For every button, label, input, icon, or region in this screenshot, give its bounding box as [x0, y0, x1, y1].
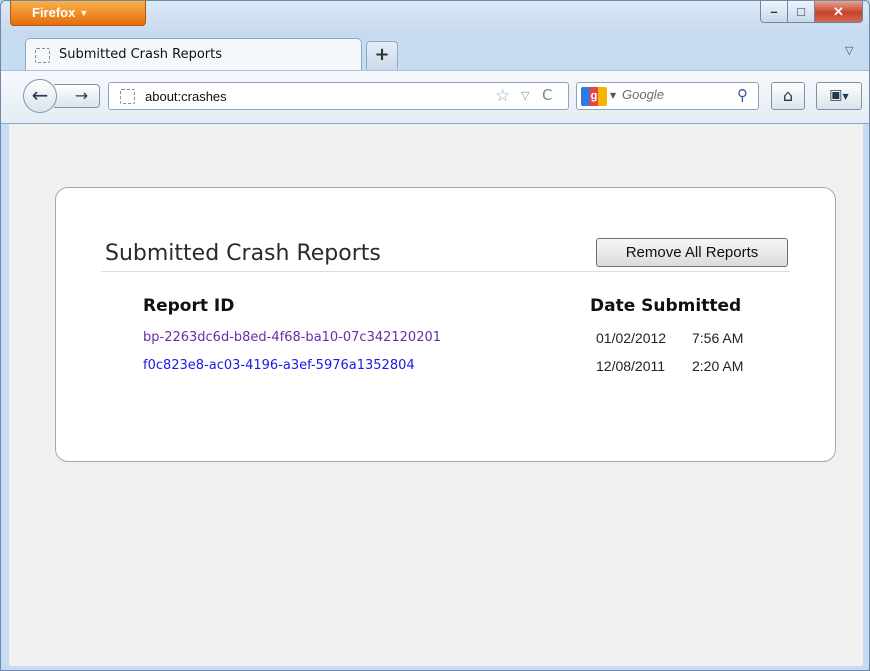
page-title: Submitted Crash Reports	[105, 241, 381, 266]
report-time: 2:20 AM	[692, 358, 744, 374]
tab-submitted-crash-reports[interactable]: Submitted Crash Reports	[25, 38, 362, 70]
navigation-toolbar: → ← ☆ ▽ C g ▼ ⚲ ⌂ ▣▼	[1, 70, 869, 124]
reload-icon[interactable]: C	[542, 86, 552, 104]
dropdown-arrow-icon: ▼	[79, 8, 89, 18]
report-id-header: Report ID	[143, 296, 235, 316]
minimize-icon: –	[770, 4, 778, 19]
engine-dropdown-icon[interactable]: ▼	[610, 91, 616, 100]
back-button[interactable]: ←	[23, 79, 57, 113]
report-id-link[interactable]: f0c823e8-ac03-4196-a3ef-5976a1352804	[143, 358, 415, 373]
new-tab-button[interactable]: +	[366, 41, 398, 69]
home-button[interactable]: ⌂	[771, 82, 805, 110]
page-favicon-icon	[35, 48, 50, 63]
firefox-menu-label: Firefox	[32, 5, 76, 20]
search-bar[interactable]: g ▼ ⚲	[576, 82, 759, 110]
report-date: 01/02/2012	[596, 330, 667, 346]
forward-button[interactable]: →	[54, 84, 100, 108]
search-magnifier-icon[interactable]: ⚲	[737, 86, 748, 104]
title-divider	[101, 271, 790, 272]
home-icon: ⌂	[782, 86, 794, 105]
report-date: 12/08/2011	[596, 358, 666, 374]
bookmark-star-icon[interactable]: ☆	[495, 86, 510, 106]
close-button[interactable]: ✕	[815, 1, 863, 23]
report-id-link[interactable]: bp-2263dc6d-b8ed-4f68-ba10-07c342120201	[143, 330, 441, 345]
report-row: bp-2263dc6d-b8ed-4f68-ba10-07c342120201 …	[56, 330, 816, 350]
forward-arrow-icon: →	[74, 86, 89, 105]
date-submitted-header: Date Submitted	[590, 296, 742, 316]
window-controls: – □ ✕	[760, 1, 863, 23]
url-input[interactable]	[145, 86, 465, 106]
site-identity-icon[interactable]	[120, 89, 135, 104]
browser-window: Firefox ▼ – □ ✕ Submitted Crash Reports +…	[0, 0, 870, 671]
report-row: f0c823e8-ac03-4196-a3ef-5976a1352804 12/…	[56, 358, 816, 378]
maximize-button[interactable]: □	[788, 1, 815, 23]
bookmarks-button[interactable]: ▣▼	[816, 82, 862, 110]
report-time: 7:56 AM	[692, 330, 744, 346]
bookmarks-dropdown-icon: ▼	[842, 92, 849, 101]
google-engine-icon[interactable]: g	[581, 87, 607, 106]
bookmarks-icon: ▣	[829, 87, 843, 103]
back-forward-group: → ←	[23, 79, 103, 113]
search-input[interactable]	[622, 87, 722, 102]
minimize-button[interactable]: –	[760, 1, 788, 23]
title-bar: Firefox ▼ – □ ✕	[1, 1, 869, 37]
url-bar[interactable]: ☆ ▽ C	[108, 82, 569, 110]
crash-reports-card: Submitted Crash Reports Remove All Repor…	[55, 187, 836, 462]
tab-label: Submitted Crash Reports	[59, 47, 222, 62]
tab-list-arrow-icon[interactable]: ▽	[845, 44, 853, 57]
maximize-icon: □	[797, 4, 805, 19]
url-history-dropdown-icon[interactable]: ▽	[521, 89, 529, 102]
page-content: Submitted Crash Reports Remove All Repor…	[9, 124, 863, 666]
firefox-menu-button[interactable]: Firefox ▼	[10, 1, 146, 26]
close-icon: ✕	[833, 3, 844, 19]
back-arrow-icon: ←	[31, 83, 49, 107]
remove-all-reports-button[interactable]: Remove All Reports	[596, 238, 788, 267]
